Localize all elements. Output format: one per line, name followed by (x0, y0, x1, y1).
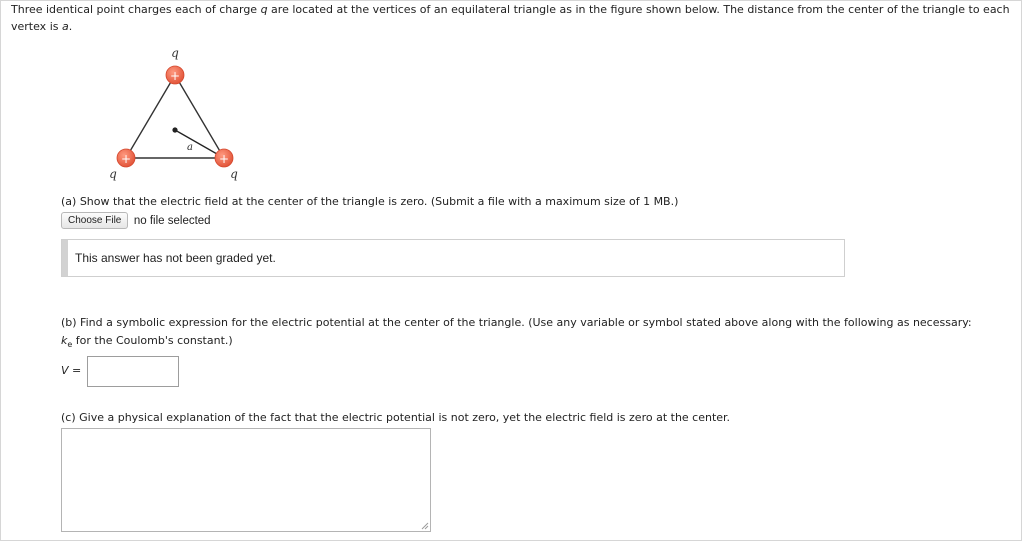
grading-status-bar (62, 240, 68, 276)
file-upload-row: Choose File no file selected (61, 212, 211, 230)
distance-label: a (187, 142, 193, 153)
explanation-textarea[interactable] (61, 428, 431, 532)
charge-label-right: q (230, 167, 238, 181)
triangle-figure: a q + q + q + (100, 42, 260, 182)
grading-status-box: This answer has not been graded yet. (61, 239, 845, 277)
center-dot (172, 127, 178, 133)
charge-label-left: q (109, 167, 117, 181)
grading-status-text: This answer has not been graded yet. (75, 251, 276, 265)
potential-input[interactable] (87, 356, 179, 387)
part-c-prompt: (c) Give a physical explanation of the f… (61, 411, 731, 424)
resize-grip-icon[interactable] (421, 522, 429, 530)
question-intro: Three identical point charges each of ch… (11, 3, 1010, 33)
charge-sign-top: + (170, 69, 180, 83)
choose-file-button[interactable]: Choose File (61, 212, 129, 229)
file-status-text: no file selected (133, 214, 211, 227)
triangle-diagram: a q + q + q + (109, 46, 238, 181)
part-a-prompt: (a) Show that the electric field at the … (61, 195, 679, 208)
charge-sign-right: + (219, 152, 229, 166)
coulomb-constant-symbol: ke (61, 334, 73, 350)
part-b-prompt: (b) Find a symbolic expression for the e… (61, 316, 972, 350)
charge-label-top: q (171, 46, 179, 60)
charge-sign-left: + (121, 152, 131, 166)
triangle (124, 73, 226, 159)
potential-label: V = (61, 364, 82, 377)
